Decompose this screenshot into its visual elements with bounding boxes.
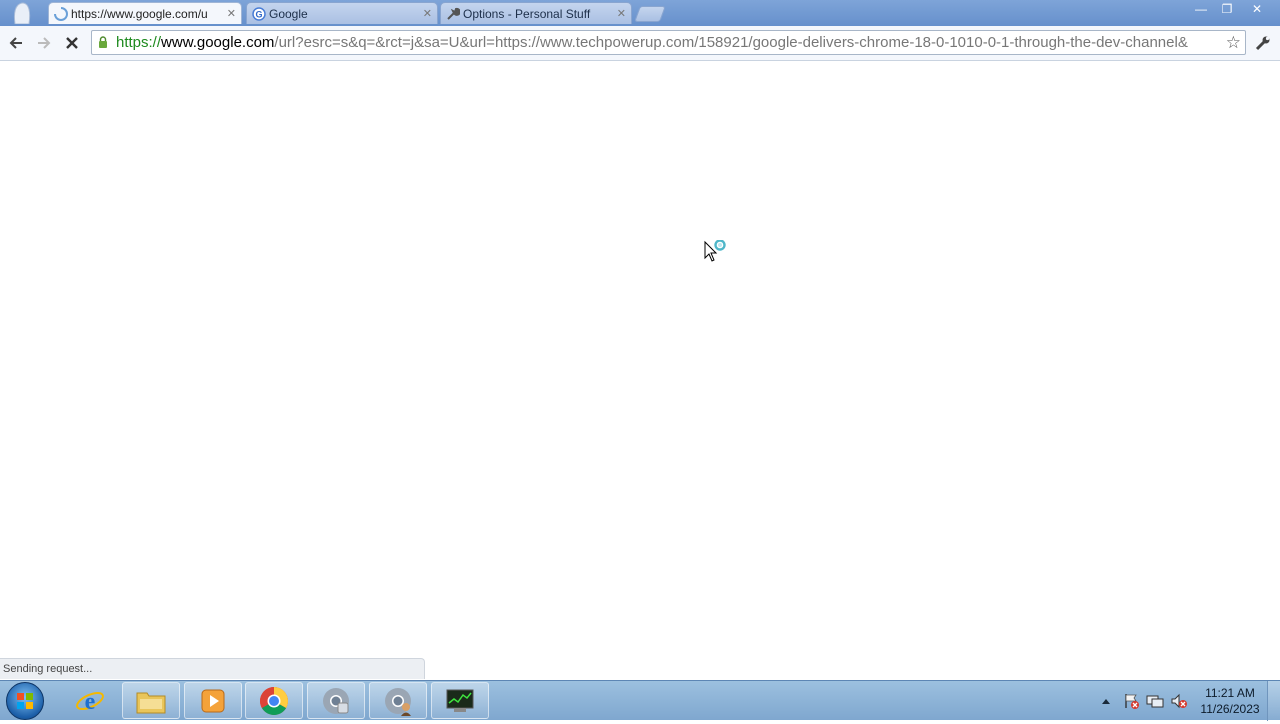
forward-arrow-icon xyxy=(38,37,51,49)
stop-x-icon xyxy=(66,37,78,49)
tab-title: Google xyxy=(269,7,308,21)
url-host: www.google.com xyxy=(161,34,275,51)
taskbar-file-explorer[interactable] xyxy=(122,682,180,719)
google-favicon-icon: G xyxy=(252,7,266,21)
close-tab-icon[interactable]: ✕ xyxy=(617,3,626,24)
bookmark-star-icon[interactable]: ☆ xyxy=(1226,33,1241,53)
close-tab-icon[interactable]: ✕ xyxy=(227,3,236,24)
tab-active[interactable]: https://www.google.com/u ✕ xyxy=(48,2,242,24)
ie-e-label: e xyxy=(85,689,96,715)
close-button[interactable]: ✕ xyxy=(1240,0,1274,18)
show-desktop-button[interactable] xyxy=(1267,681,1280,721)
tab-google[interactable]: G Google ✕ xyxy=(246,2,438,24)
busy-cursor-icon xyxy=(704,240,726,262)
url-text[interactable]: https://www.google.com/url?esrc=s&q=&rct… xyxy=(116,33,1214,53)
wrench-icon xyxy=(447,7,460,20)
settings-wrench-button[interactable] xyxy=(1253,33,1273,53)
browser-toolbar: https://www.google.com/url?esrc=s&q=&rct… xyxy=(0,26,1280,61)
taskbar-media-player[interactable] xyxy=(184,682,242,719)
action-center-flag-icon[interactable] xyxy=(1122,692,1140,710)
close-tab-icon[interactable]: ✕ xyxy=(423,3,432,24)
url-path: /url?esrc=s&q=&rct=j&sa=U&url=https://ww… xyxy=(274,34,1188,51)
system-clock[interactable]: 11:21 AM 11/26/2023 xyxy=(1194,685,1266,717)
show-hidden-icons-icon[interactable] xyxy=(1100,696,1112,706)
window-controls: — ❐ ✕ xyxy=(1188,0,1274,18)
media-player-icon xyxy=(201,689,225,712)
chrome-user-icon xyxy=(385,687,411,716)
start-button[interactable] xyxy=(6,682,44,720)
windows-logo-icon xyxy=(17,693,33,709)
forward-button[interactable] xyxy=(33,32,55,54)
internet-explorer-icon: e xyxy=(76,689,104,715)
volume-muted-icon[interactable] xyxy=(1170,692,1188,710)
address-bar[interactable]: https://www.google.com/url?esrc=s&q=&rct… xyxy=(91,30,1246,55)
minimize-button[interactable]: — xyxy=(1188,0,1214,18)
tab-title: https://www.google.com/u xyxy=(71,7,208,21)
taskbar-chrome-window-3[interactable] xyxy=(369,682,427,719)
chrome-gray-icon xyxy=(323,687,349,714)
loading-spinner-icon xyxy=(54,7,68,21)
svg-text:G: G xyxy=(255,10,262,20)
stop-button[interactable] xyxy=(61,32,83,54)
chrome-icon xyxy=(260,686,288,715)
taskbar: e 11:21 AM 11/26/2023 xyxy=(0,680,1280,721)
taskbar-chrome-window-2[interactable] xyxy=(307,682,365,719)
taskbar-internet-explorer[interactable]: e xyxy=(61,682,119,719)
url-scheme: https:// xyxy=(116,34,162,51)
chrome-logo-ghost-icon xyxy=(13,2,31,24)
title-bar: https://www.google.com/u ✕ G Google ✕ Op… xyxy=(0,0,1280,26)
taskbar-task-manager[interactable] xyxy=(431,682,489,719)
new-tab-button[interactable] xyxy=(634,6,666,22)
taskbar-chrome[interactable] xyxy=(245,682,303,719)
task-manager-icon xyxy=(446,689,474,712)
status-bubble: Sending request... xyxy=(0,658,425,679)
clock-date: 11/26/2023 xyxy=(1200,702,1260,716)
back-arrow-icon xyxy=(9,37,22,49)
page-content[interactable] xyxy=(0,61,1280,680)
back-button[interactable] xyxy=(5,32,27,54)
maximize-button[interactable]: ❐ xyxy=(1214,0,1240,18)
network-icon[interactable] xyxy=(1146,692,1164,710)
tab-options[interactable]: Options - Personal Stuff ✕ xyxy=(440,2,632,24)
folder-icon xyxy=(136,692,166,713)
clock-time: 11:21 AM xyxy=(1205,686,1255,700)
tab-title: Options - Personal Stuff xyxy=(463,7,591,21)
lock-icon xyxy=(99,36,107,48)
wrench-icon xyxy=(1255,36,1270,51)
